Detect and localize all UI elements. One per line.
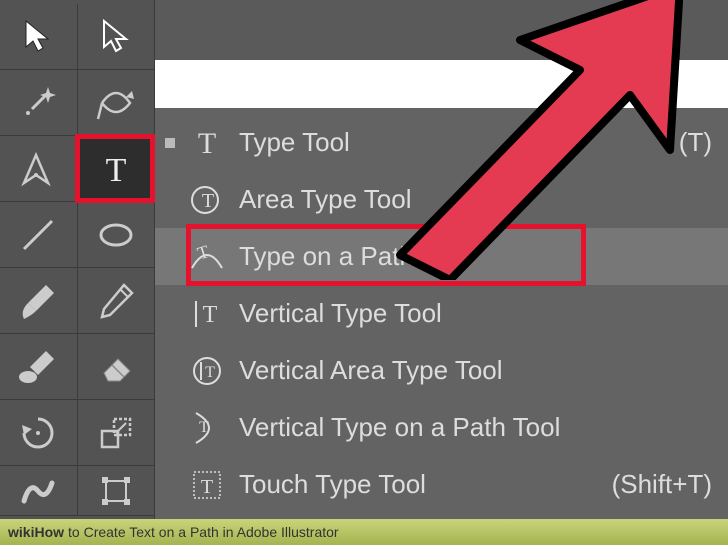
type-on-path-icon: T — [189, 239, 225, 275]
rotate-tool[interactable] — [0, 400, 78, 465]
tools-panel: T — [0, 0, 155, 545]
flyout-label: Type Tool — [239, 127, 665, 158]
indicator — [165, 366, 175, 376]
svg-text:T: T — [202, 190, 214, 212]
touch-type-icon: T — [189, 467, 225, 503]
type-tool[interactable]: T — [78, 136, 155, 201]
indicator — [165, 423, 175, 433]
flyout-item-vertical-type-on-path[interactable]: T Vertical Type on a Path Tool — [155, 399, 728, 456]
indicator — [165, 480, 175, 490]
flyout-item-type[interactable]: T Type Tool (T) — [155, 114, 728, 171]
flyout-label: Vertical Type on a Path Tool — [239, 412, 728, 443]
svg-text:T: T — [203, 302, 218, 328]
scale-tool[interactable] — [78, 400, 155, 465]
svg-text:T: T — [201, 476, 213, 498]
flyout-label: Area Type Tool — [239, 184, 728, 215]
magic-wand-tool[interactable] — [0, 70, 78, 135]
canvas-area — [155, 60, 728, 108]
type-tool-flyout: T Type Tool (T) T Area Type Tool T Type … — [155, 108, 728, 519]
vertical-type-on-path-icon: T — [189, 410, 225, 446]
eraser-tool[interactable] — [78, 334, 155, 399]
flyout-label: Type on a Path Tool — [239, 241, 728, 272]
flyout-item-area-type[interactable]: T Area Type Tool — [155, 171, 728, 228]
indicator — [165, 252, 175, 262]
width-tool[interactable] — [0, 466, 78, 515]
pencil-tool[interactable] — [78, 268, 155, 333]
shortcut-label: (T) — [679, 127, 728, 158]
area-type-icon: T — [189, 182, 225, 218]
flyout-item-vertical-area-type[interactable]: T Vertical Area Type Tool — [155, 342, 728, 399]
free-transform-tool[interactable] — [78, 466, 155, 515]
flyout-label: Vertical Type Tool — [239, 298, 728, 329]
pen-tool[interactable] — [0, 136, 78, 201]
blob-brush-tool[interactable] — [0, 334, 78, 399]
caption-text: to Create Text on a Path in Adobe Illust… — [68, 524, 339, 540]
vertical-type-icon: T — [189, 296, 225, 332]
flyout-label: Touch Type Tool — [239, 469, 598, 500]
svg-text:T: T — [198, 127, 216, 160]
type-tool-icon: T — [189, 125, 225, 161]
direct-selection-tool[interactable] — [78, 4, 155, 69]
caption-bar: wikiHow to Create Text on a Path in Adob… — [0, 519, 728, 545]
caption-brand: wikiHow — [8, 524, 64, 540]
svg-text:T: T — [205, 364, 215, 381]
indicator — [165, 195, 175, 205]
flyout-item-vertical-type[interactable]: T Vertical Type Tool — [155, 285, 728, 342]
line-segment-tool[interactable] — [0, 202, 78, 267]
svg-text:T: T — [105, 152, 126, 189]
flyout-item-type-on-path[interactable]: T Type on a Path Tool — [155, 228, 728, 285]
active-indicator — [165, 138, 175, 148]
lasso-tool[interactable] — [78, 70, 155, 135]
shortcut-label: (Shift+T) — [612, 469, 728, 500]
ellipse-tool[interactable] — [78, 202, 155, 267]
paintbrush-tool[interactable] — [0, 268, 78, 333]
flyout-item-touch-type[interactable]: T Touch Type Tool (Shift+T) — [155, 456, 728, 513]
indicator — [165, 309, 175, 319]
flyout-label: Vertical Area Type Tool — [239, 355, 728, 386]
selection-tool[interactable] — [0, 4, 78, 69]
svg-text:T: T — [199, 419, 209, 436]
vertical-area-type-icon: T — [189, 353, 225, 389]
